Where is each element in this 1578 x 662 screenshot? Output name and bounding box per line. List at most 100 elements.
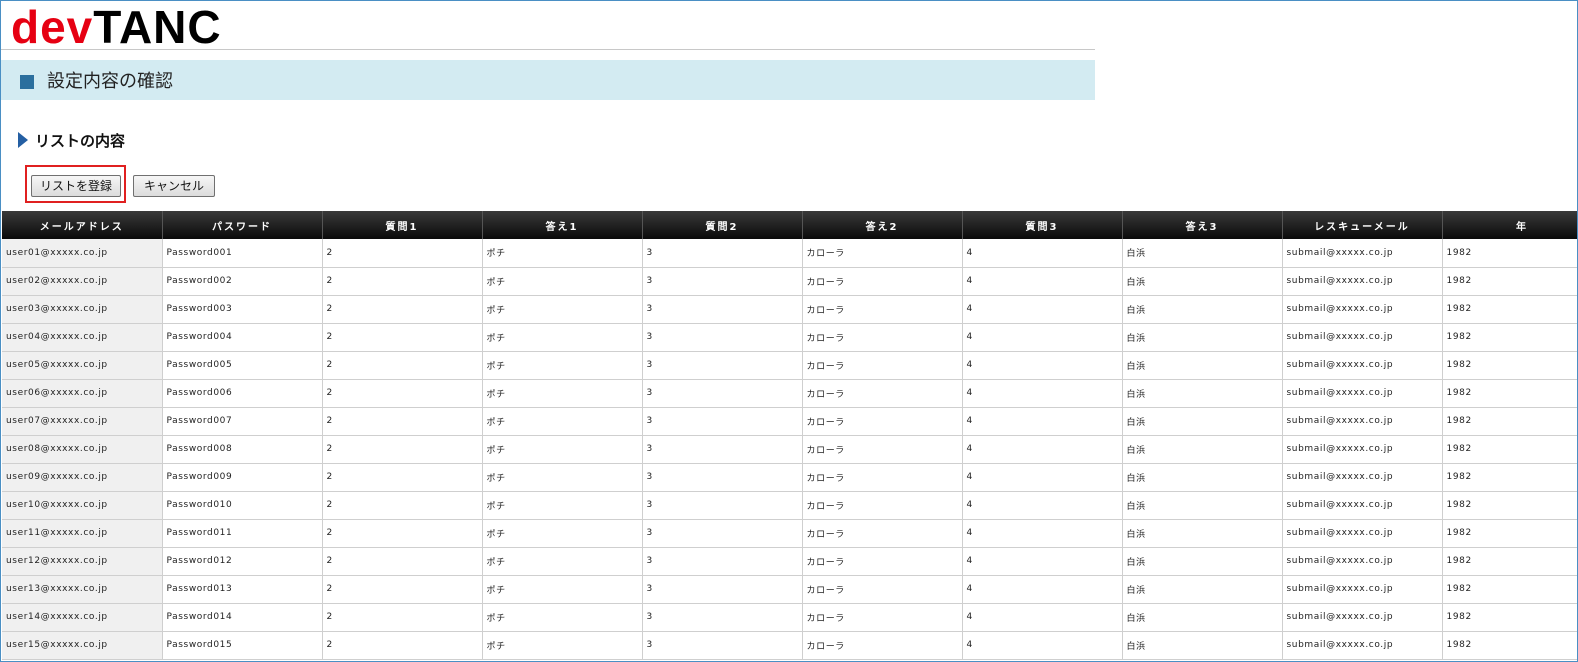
cell-email: user09@xxxxx.co.jp (2, 463, 163, 492)
cell-answer-3: 白浜 (1122, 239, 1283, 268)
cell-answer-2: カローラ (802, 435, 963, 464)
cell-question-1: 2 (322, 323, 483, 352)
register-list-button[interactable]: リストを登録 (31, 175, 121, 197)
cell-year: 1982 (1442, 351, 1577, 380)
cell-rescue-email: submail@xxxxx.co.jp (1282, 547, 1443, 576)
cell-email: user12@xxxxx.co.jp (2, 547, 163, 576)
cell-year: 1982 (1442, 463, 1577, 492)
cell-answer-1: ポチ (482, 295, 643, 324)
logo-part-tanc: TANC (93, 1, 222, 53)
table-row: user12@xxxxx.co.jp Password012 2 ポチ 3 カローラ 4 白浜… (2, 547, 1577, 576)
cell-rescue-email: submail@xxxxx.co.jp (1282, 379, 1443, 408)
cell-answer-3: 白浜 (1122, 603, 1283, 632)
cell-year: 1982 (1442, 547, 1577, 576)
cell-answer-2: カローラ (802, 519, 963, 548)
cell-question-3: 4 (962, 519, 1123, 548)
cell-password: Password005 (162, 351, 323, 380)
cell-answer-2: カローラ (802, 463, 963, 492)
cell-question-1: 2 (322, 491, 483, 520)
cell-email: user02@xxxxx.co.jp (2, 267, 163, 296)
cell-password: Password001 (162, 239, 323, 268)
cell-year: 1982 (1442, 295, 1577, 324)
cell-email: user06@xxxxx.co.jp (2, 379, 163, 408)
cell-year: 1982 (1442, 239, 1577, 268)
cell-answer-2: カローラ (802, 491, 963, 520)
cell-answer-2: カローラ (802, 631, 963, 660)
list-table: メールアドレス パスワード 質問1 答え1 質問2 答え2 質問3 答え3 レスキューメール年 … (2, 211, 1577, 660)
header-answer-2: 答え2 (802, 211, 963, 239)
cell-question-3: 4 (962, 603, 1123, 632)
cell-answer-1: ポチ (482, 323, 643, 352)
cell-password: Password009 (162, 463, 323, 492)
cell-rescue-email: submail@xxxxx.co.jp (1282, 351, 1443, 380)
table-row: user09@xxxxx.co.jp Password009 2 ポチ 3 カローラ 4 白浜… (2, 463, 1577, 492)
cell-password: Password012 (162, 547, 323, 576)
cell-question-1: 2 (322, 463, 483, 492)
cell-question-1: 2 (322, 407, 483, 436)
cell-answer-3: 白浜 (1122, 379, 1283, 408)
cell-password: Password004 (162, 323, 323, 352)
cell-answer-1: ポチ (482, 267, 643, 296)
cell-email: user01@xxxxx.co.jp (2, 239, 163, 268)
table-row: user03@xxxxx.co.jp Password003 2 ポチ 3 カローラ 4 白浜… (2, 295, 1577, 324)
cell-rescue-email: submail@xxxxx.co.jp (1282, 435, 1443, 464)
cell-year: 1982 (1442, 603, 1577, 632)
page-title: 設定内容の確認 (47, 71, 173, 92)
cell-question-2: 3 (642, 323, 803, 352)
cell-question-3: 4 (962, 295, 1123, 324)
cell-rescue-email: submail@xxxxx.co.jp (1282, 239, 1443, 268)
cell-year: 1982 (1442, 435, 1577, 464)
cell-question-1: 2 (322, 575, 483, 604)
cell-answer-3: 白浜 (1122, 295, 1283, 324)
cell-email: user14@xxxxx.co.jp (2, 603, 163, 632)
table-row: user13@xxxxx.co.jp Password013 2 ポチ 3 カローラ 4 白浜… (2, 575, 1577, 604)
cell-answer-2: カローラ (802, 267, 963, 296)
cell-password: Password008 (162, 435, 323, 464)
cell-rescue-email: submail@xxxxx.co.jp (1282, 603, 1443, 632)
header-year: 年 (1442, 211, 1577, 239)
cell-answer-3: 白浜 (1122, 519, 1283, 548)
cell-question-2: 3 (642, 379, 803, 408)
cell-year: 1982 (1442, 379, 1577, 408)
cell-email: user13@xxxxx.co.jp (2, 575, 163, 604)
cell-year: 1982 (1442, 631, 1577, 660)
cell-email: user03@xxxxx.co.jp (2, 295, 163, 324)
cell-question-2: 3 (642, 491, 803, 520)
cell-email: user08@xxxxx.co.jp (2, 435, 163, 464)
cell-question-2: 3 (642, 603, 803, 632)
cell-question-1: 2 (322, 631, 483, 660)
cell-password: Password013 (162, 575, 323, 604)
cell-answer-2: カローラ (802, 351, 963, 380)
cell-rescue-email: submail@xxxxx.co.jp (1282, 491, 1443, 520)
cell-password: Password002 (162, 267, 323, 296)
cell-answer-1: ポチ (482, 463, 643, 492)
cell-rescue-email: submail@xxxxx.co.jp (1282, 323, 1443, 352)
cell-answer-2: カローラ (802, 407, 963, 436)
cell-question-1: 2 (322, 519, 483, 548)
cell-question-2: 3 (642, 575, 803, 604)
header-answer-3: 答え3 (1122, 211, 1283, 239)
cell-answer-1: ポチ (482, 435, 643, 464)
cell-answer-3: 白浜 (1122, 491, 1283, 520)
table-row: user08@xxxxx.co.jp Password008 2 ポチ 3 カローラ 4 白浜… (2, 435, 1577, 464)
cell-answer-3: 白浜 (1122, 631, 1283, 660)
table-row: user07@xxxxx.co.jp Password007 2 ポチ 3 カローラ 4 白浜… (2, 407, 1577, 436)
cell-answer-3: 白浜 (1122, 407, 1283, 436)
cell-answer-3: 白浜 (1122, 323, 1283, 352)
header-question-1: 質問1 (322, 211, 483, 239)
cell-answer-3: 白浜 (1122, 575, 1283, 604)
site-logo[interactable]: devTANC (11, 3, 222, 51)
cancel-button[interactable]: キャンセル (133, 175, 215, 197)
cell-rescue-email: submail@xxxxx.co.jp (1282, 295, 1443, 324)
cell-question-1: 2 (322, 351, 483, 380)
cell-password: Password014 (162, 603, 323, 632)
cell-rescue-email: submail@xxxxx.co.jp (1282, 575, 1443, 604)
cell-question-1: 2 (322, 295, 483, 324)
cell-question-3: 4 (962, 435, 1123, 464)
section-title: リストの内容 (35, 132, 126, 150)
cell-year: 1982 (1442, 491, 1577, 520)
header-email: メールアドレス (2, 211, 163, 239)
table-row: user02@xxxxx.co.jp Password002 2 ポチ 3 カローラ 4 白浜… (2, 267, 1577, 296)
cell-answer-3: 白浜 (1122, 463, 1283, 492)
table-row: user14@xxxxx.co.jp Password014 2 ポチ 3 カローラ 4 白浜… (2, 603, 1577, 632)
